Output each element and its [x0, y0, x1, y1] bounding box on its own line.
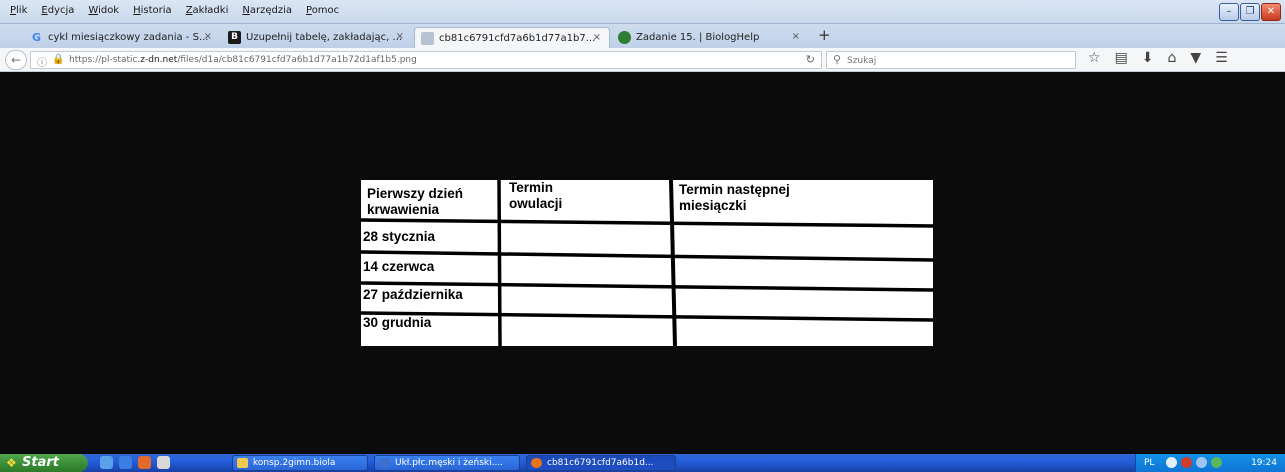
menu-tools[interactable]: Narzędzia [242, 5, 292, 16]
header-ovulation: Termin owulacji [509, 180, 563, 211]
tab-image-active[interactable]: cb81c6791cfd7a6b1d77a1b7... × [414, 27, 610, 48]
url-text[interactable]: https://pl-static.z-dn.net/files/d1a/cb8… [69, 55, 417, 65]
app-icon[interactable] [157, 456, 170, 469]
word-document-icon [379, 458, 390, 468]
ie-icon[interactable] [119, 456, 132, 469]
menu-items: Plik Edycja Widok Historia Zakładki Narz… [10, 5, 339, 16]
toolbar-icons: ☆ ▤ ⬇ ⌂ ▼ ☰ [1088, 50, 1228, 66]
tab-title: cykl miesiączkowy zadania - S... [48, 32, 209, 43]
tab-title: Uzupełnij tabelę, zakładając, ... [246, 32, 403, 43]
tray-volume-icon[interactable] [1211, 457, 1222, 468]
menu-file[interactable]: Plik [10, 5, 27, 16]
navigation-bar: ← ⓘ 🔒 https://pl-static.z-dn.net/files/d… [0, 48, 1285, 72]
system-tray: PL 19:24 [1135, 454, 1285, 472]
tray-icons [1166, 457, 1222, 468]
taskbar: Start konsp.2gimn.biola Ukł.płc.męski i … [0, 454, 1285, 472]
clock: 19:24 [1251, 458, 1277, 468]
download-icon[interactable]: ⬇ [1142, 50, 1154, 66]
tray-security-icon[interactable] [1181, 457, 1192, 468]
row-label-3: 27 października [363, 287, 463, 302]
reload-icon[interactable]: ↻ [806, 53, 815, 66]
show-desktop-icon[interactable] [100, 456, 113, 469]
task-item[interactable]: Ukł.płc.męski i żeński.... [374, 455, 520, 471]
info-icon[interactable]: ⓘ [37, 54, 47, 69]
tray-network-icon[interactable] [1196, 457, 1207, 468]
firefox-task-icon [531, 458, 542, 468]
menu-bar: Plik Edycja Widok Historia Zakładki Narz… [0, 0, 1285, 24]
image-favicon-icon [421, 31, 434, 45]
url-bar[interactable]: ⓘ 🔒 https://pl-static.z-dn.net/files/d1a… [30, 51, 822, 69]
folder-icon [237, 458, 248, 468]
table-image: Pierwszy dzień krwawienia Termin owulacj… [361, 180, 933, 346]
lock-icon: 🔒 [52, 54, 65, 65]
close-tab-icon[interactable]: × [396, 31, 404, 42]
menu-history[interactable]: Historia [133, 5, 172, 16]
page-content: Pierwszy dzień krwawienia Termin owulacj… [0, 73, 1285, 454]
row-label-4: 30 grudnia [363, 315, 432, 330]
tab-biologhelp[interactable]: Zadanie 15. | BiologHelp × [612, 27, 808, 48]
tray-update-icon[interactable] [1166, 457, 1177, 468]
task-item[interactable]: konsp.2gimn.biola [232, 455, 368, 471]
search-icon: ⚲ [833, 53, 842, 66]
menu-bookmarks[interactable]: Zakładki [186, 5, 229, 16]
header-first-bleeding-day: Pierwszy dzień krwawienia [367, 186, 464, 217]
close-window-button[interactable]: ✕ [1261, 3, 1281, 21]
menu-help[interactable]: Pomoc [306, 5, 339, 16]
firefox-icon[interactable] [138, 456, 151, 469]
bookmarks-list-icon[interactable]: ▤ [1115, 50, 1128, 66]
tab-title: cb81c6791cfd7a6b1d77a1b7... [439, 32, 596, 44]
back-button[interactable]: ← [5, 50, 27, 70]
quick-launch [100, 456, 170, 469]
tab-google-search[interactable]: G cykl miesiączkowy zadania - S... × [24, 27, 220, 48]
header-next-period: Termin następnej miesiączki [679, 182, 790, 213]
minimize-button[interactable]: – [1219, 3, 1239, 21]
task-item-active[interactable]: cb81c6791cfd7a6b1d... [526, 455, 676, 471]
row-label-2: 14 czerwca [363, 259, 435, 274]
row-label-1: 28 stycznia [363, 229, 436, 244]
biologhelp-favicon-icon [618, 31, 631, 44]
window-controls: – ❐ ✕ [1219, 3, 1281, 21]
browser-window: Plik Edycja Widok Historia Zakładki Narz… [0, 0, 1285, 472]
menu-view[interactable]: Widok [88, 5, 119, 16]
search-input[interactable] [847, 54, 1067, 67]
bookmark-star-icon[interactable]: ☆ [1088, 50, 1101, 66]
tab-brainly[interactable]: B Uzupełnij tabelę, zakładając, ... × [222, 27, 412, 48]
close-tab-icon[interactable]: × [792, 31, 800, 42]
restore-button[interactable]: ❐ [1240, 3, 1260, 21]
brainly-favicon-icon: B [228, 31, 241, 44]
tab-title: Zadanie 15. | BiologHelp [636, 32, 760, 43]
close-tab-icon[interactable]: × [204, 31, 212, 42]
start-button[interactable]: Start [0, 454, 88, 472]
menu-icon[interactable]: ☰ [1215, 50, 1228, 66]
close-tab-icon[interactable]: × [593, 32, 601, 43]
search-box[interactable]: ⚲ [826, 51, 1076, 69]
new-tab-button[interactable]: + [818, 26, 831, 44]
language-indicator[interactable]: PL [1144, 458, 1154, 468]
tab-strip: G cykl miesiączkowy zadania - S... × B U… [0, 24, 1285, 48]
google-favicon-icon: G [31, 31, 42, 44]
pocket-icon[interactable]: ▼ [1190, 50, 1201, 66]
home-icon[interactable]: ⌂ [1168, 50, 1177, 66]
menu-edit[interactable]: Edycja [41, 5, 74, 16]
